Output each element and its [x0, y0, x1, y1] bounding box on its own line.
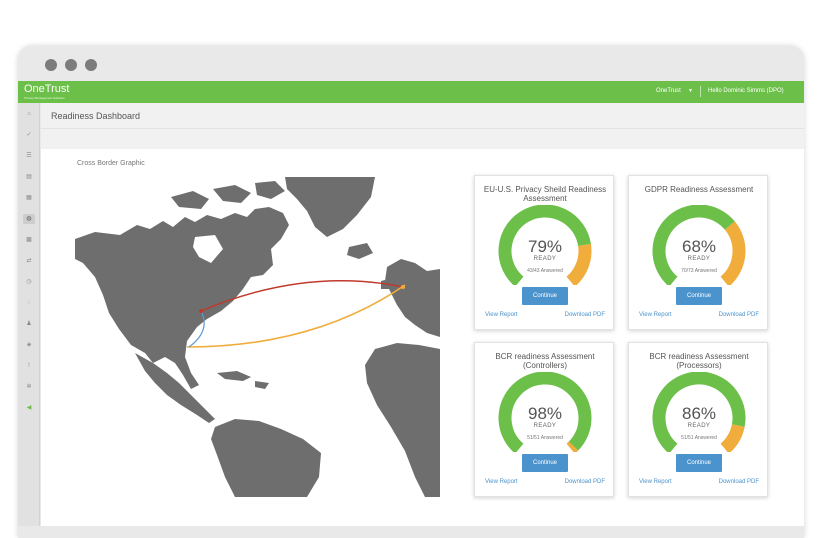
check-icon[interactable]: ✓	[23, 130, 35, 140]
person-icon[interactable]: ♟	[23, 319, 35, 329]
north-america-landmass	[75, 207, 289, 389]
percent-value: 79%	[527, 237, 563, 256]
world-map-svg	[75, 177, 440, 497]
continue-button[interactable]: Continue	[522, 287, 568, 305]
greenland	[285, 177, 375, 237]
europe	[385, 259, 440, 337]
window-maximize-dot[interactable]	[85, 59, 97, 71]
central-america	[135, 353, 215, 423]
assessment-card: BCR readiness Assessment (Controllers) 9…	[474, 342, 614, 497]
view-report-link[interactable]: View Report	[485, 312, 518, 318]
chevron-down-icon[interactable]: ▼	[688, 88, 693, 94]
percent-value: 68%	[681, 237, 717, 256]
ready-label: READY	[687, 256, 711, 262]
percent-value: 86%	[681, 404, 717, 423]
sidebar: ⌂ ✓ ☰ ▤ ▦ ◍ ▩ ⇄ ◷ ◌ ♟ ◈ ! ✲ ◀	[18, 103, 40, 526]
download-pdf-link[interactable]: Download PDF	[565, 312, 605, 318]
south-america	[211, 419, 321, 497]
assessment-card: EU-U.S. Privacy Sheild Readiness Assessm…	[474, 175, 614, 330]
download-pdf-link[interactable]: Download PDF	[719, 312, 759, 318]
cross-border-map[interactable]	[75, 177, 440, 497]
card-title: BCR readiness Assessment (Processors)	[649, 352, 749, 370]
settings-icon[interactable]: ◌	[23, 298, 35, 308]
home-icon[interactable]: ⌂	[23, 109, 35, 119]
window-close-dot[interactable]	[45, 59, 57, 71]
chevron-down-icon[interactable]: ▼	[808, 88, 813, 94]
grid-icon[interactable]: ▩	[23, 235, 35, 245]
ready-label: READY	[687, 423, 711, 429]
download-pdf-link[interactable]: Download PDF	[719, 479, 759, 485]
assessment-card: GDPR Readiness Assessment 68% READY 70/7…	[628, 175, 768, 330]
answered-count: 70/73 Answered	[681, 268, 717, 274]
brand-subtitle: Privacy Management Software	[24, 96, 65, 100]
globe-icon[interactable]: ◍	[23, 214, 35, 224]
list-icon[interactable]: ☰	[23, 151, 35, 161]
brand-logo[interactable]: OneTrust	[24, 83, 69, 95]
transfer-icon[interactable]: ⇄	[23, 256, 35, 266]
shield-icon[interactable]: ◈	[23, 340, 35, 350]
arctic-islands	[171, 181, 285, 209]
section-label: Cross Border Graphic	[77, 160, 145, 167]
ready-label: READY	[533, 256, 557, 262]
continue-button[interactable]: Continue	[522, 454, 568, 472]
origin-marker	[199, 309, 203, 313]
continue-button[interactable]: Continue	[676, 454, 722, 472]
view-report-link[interactable]: View Report	[639, 312, 672, 318]
window-minimize-dot[interactable]	[65, 59, 77, 71]
view-report-link[interactable]: View Report	[485, 479, 518, 485]
destination-marker	[401, 285, 405, 289]
continue-button[interactable]: Continue	[676, 287, 722, 305]
answered-count: 51/51 Answered	[527, 435, 563, 441]
gear-icon[interactable]: ✲	[23, 382, 35, 392]
org-switcher[interactable]: OneTrust	[656, 88, 681, 94]
clock-icon[interactable]: ◷	[23, 277, 35, 287]
page-title: Readiness Dashboard	[51, 111, 141, 121]
user-menu[interactable]: Hello Dominic Simms (DPO)	[708, 88, 784, 94]
card-title: BCR readiness Assessment (Controllers)	[495, 352, 595, 370]
card-title: GDPR Readiness Assessment	[644, 185, 754, 194]
iceland	[347, 243, 373, 259]
africa	[365, 343, 440, 497]
answered-count: 43/43 Answered	[527, 268, 563, 274]
assessment-card: BCR readiness Assessment (Processors) 86…	[628, 342, 768, 497]
inbox-icon[interactable]: ▤	[23, 172, 35, 182]
app-header: OneTrust Privacy Management Software One…	[18, 81, 813, 103]
card-title: EU-U.S. Privacy Sheild Readiness Assessm…	[483, 185, 607, 203]
title-bar: Readiness Dashboard	[41, 103, 804, 129]
header-divider	[700, 86, 701, 97]
building-icon[interactable]: ▦	[23, 193, 35, 203]
caribbean-islands	[217, 371, 269, 389]
megaphone-icon[interactable]: ◀	[23, 403, 35, 413]
download-pdf-link[interactable]: Download PDF	[565, 479, 605, 485]
gauge-remaining-arc	[566, 441, 579, 452]
view-report-link[interactable]: View Report	[639, 479, 672, 485]
answered-count: 51/51 Answered	[681, 435, 717, 441]
alert-icon[interactable]: !	[23, 361, 35, 371]
percent-value: 98%	[527, 404, 563, 423]
ready-label: READY	[533, 423, 557, 429]
